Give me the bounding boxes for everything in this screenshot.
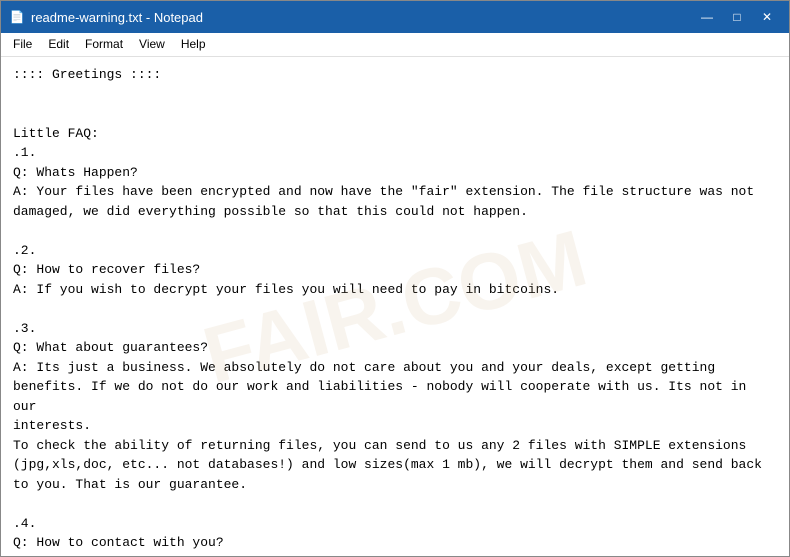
title-bar: 📄 readme-warning.txt - Notepad — □ ✕: [1, 1, 789, 33]
menu-help[interactable]: Help: [173, 35, 214, 54]
document-text: :::: Greetings :::: Little FAQ: .1. Q: W…: [13, 65, 777, 556]
menu-bar: File Edit Format View Help: [1, 33, 789, 57]
window-controls: — □ ✕: [693, 7, 781, 27]
maximize-button[interactable]: □: [723, 7, 751, 27]
title-bar-left: 📄 readme-warning.txt - Notepad: [9, 9, 203, 25]
minimize-button[interactable]: —: [693, 7, 721, 27]
notepad-window: 📄 readme-warning.txt - Notepad — □ ✕ Fil…: [0, 0, 790, 557]
window-title: readme-warning.txt - Notepad: [31, 10, 203, 25]
menu-format[interactable]: Format: [77, 35, 131, 54]
menu-edit[interactable]: Edit: [40, 35, 77, 54]
menu-file[interactable]: File: [5, 35, 40, 54]
close-button[interactable]: ✕: [753, 7, 781, 27]
menu-view[interactable]: View: [131, 35, 173, 54]
notepad-icon: 📄: [9, 9, 25, 25]
text-content-area[interactable]: FAIR.COM :::: Greetings :::: Little FAQ:…: [1, 57, 789, 556]
